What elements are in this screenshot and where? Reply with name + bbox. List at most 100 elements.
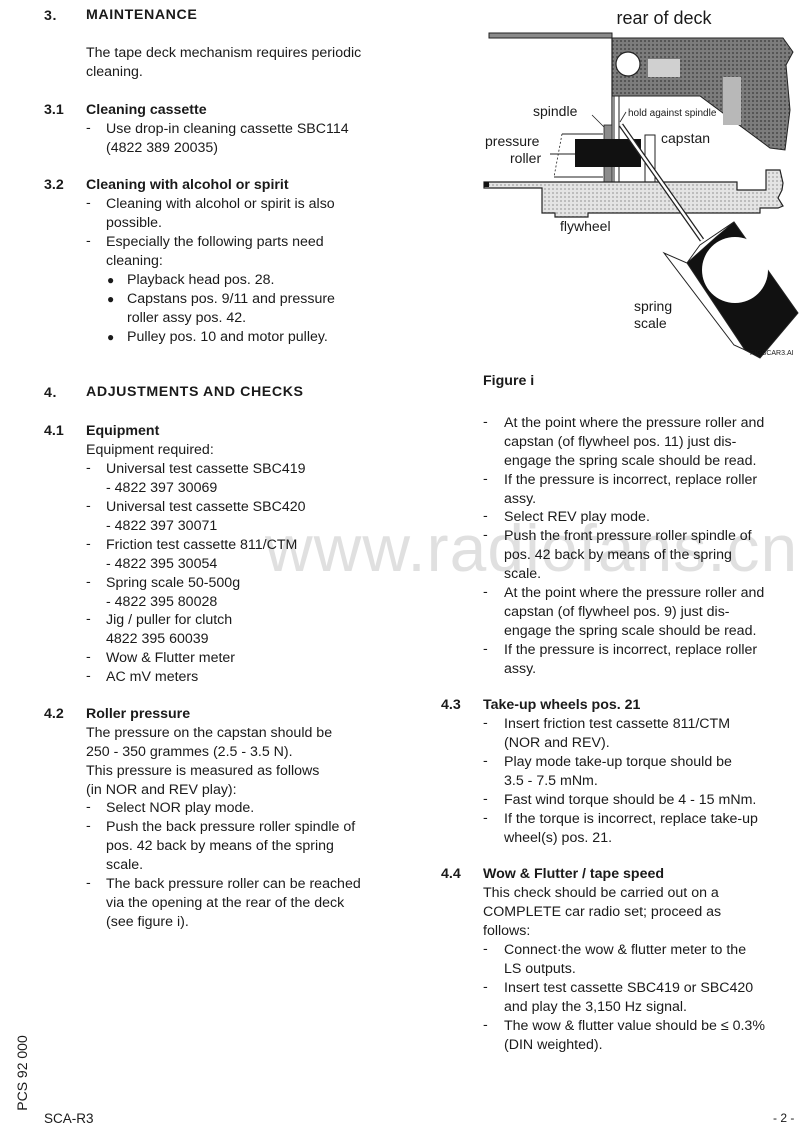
list-item-line: wheel(s) pos. 21. (504, 830, 613, 846)
list-item-line: capstan (of flywheel pos. 11) just dis- (504, 434, 737, 450)
list-item-line: Connect·the wow & flutter meter to the (504, 942, 747, 958)
paragraph-line: follows: (483, 923, 531, 939)
list-item-line: pos. 42 back by means of the spring (106, 838, 334, 854)
list-item-line: Universal test cassette SBC419 (106, 461, 306, 477)
footer-model-code: SCA-R3 (44, 1111, 94, 1126)
section-title-cleaning-cassette: Cleaning cassette (86, 102, 207, 118)
list-item-line: Universal test cassette SBC420 (106, 499, 306, 515)
dash-marker: - (483, 715, 488, 731)
section-number: 3.2 (44, 177, 64, 193)
dash-marker: - (483, 414, 488, 430)
list-item-line: - 4822 397 30071 (106, 518, 218, 534)
list-item-line: via the opening at the rear of the deck (106, 895, 345, 911)
paragraph-line: The pressure on the capstan should be (86, 725, 333, 741)
dash-marker: - (86, 233, 91, 249)
list-item-line: AC mV meters (106, 669, 199, 685)
bullet-marker: ● (107, 330, 115, 344)
dash-marker: - (86, 195, 91, 211)
list-item-line: possible. (106, 215, 162, 231)
list-item-line: The back pressure roller can be reached (106, 876, 361, 892)
dash-marker: - (483, 941, 488, 957)
figure-file-name: FIGSCAR3.AI (750, 350, 794, 357)
paragraph-line: This check should be carried out on a (483, 885, 719, 901)
list-item-line: If the pressure is incorrect, replace ro… (504, 642, 758, 658)
figure-caption: Figure i (483, 373, 535, 389)
dash-marker: - (483, 1017, 488, 1033)
section-number: 4.1 (44, 423, 64, 439)
dash-marker: - (86, 498, 91, 514)
section-title-wow-flutter: Wow & Flutter / tape speed (483, 866, 665, 882)
label-spring: spring (634, 298, 672, 314)
list-item-line: Cleaning with alcohol or spirit is also (106, 196, 335, 212)
flywheel-base (483, 169, 784, 218)
list-item-line: engage the spring scale should be read. (504, 623, 757, 639)
paragraph-line: 250 - 350 grammes (2.5 - 3.5 N). (86, 744, 293, 760)
dash-marker: - (483, 527, 488, 543)
label-hold-against-spindle: hold against spindle (628, 108, 717, 119)
list-item-line: If the pressure is incorrect, replace ro… (504, 472, 758, 488)
deck-housing-highlight (648, 59, 680, 77)
list-item-line: LS outputs. (504, 961, 576, 977)
list-item-line: engage the spring scale should be read. (504, 453, 757, 469)
list-item-line: Select REV play mode. (504, 509, 650, 525)
list-item-line: - 4822 395 30054 (106, 556, 218, 572)
dash-marker: - (483, 508, 488, 524)
dash-marker: - (483, 810, 488, 826)
list-item-line: Especially the following parts need (106, 234, 324, 250)
list-item-line: 3.5 - 7.5 mNm. (504, 773, 598, 789)
section-number: 4.2 (44, 706, 64, 722)
label-scale: scale (634, 315, 667, 331)
section-number: 4. (44, 385, 58, 401)
paragraph-line: The tape deck mechanism requires periodi… (86, 45, 362, 61)
list-item-line: Jig / puller for clutch (106, 612, 233, 628)
list-item-line: (DIN weighted). (504, 1037, 603, 1053)
label-flywheel: flywheel (560, 218, 611, 234)
deck-housing-highlight (723, 77, 741, 125)
list-item-line: Fast wind torque should be 4 - 15 mNm. (504, 792, 757, 808)
dash-marker: - (86, 799, 91, 815)
list-item-line: cleaning: (106, 253, 163, 269)
list-item-line: Insert friction test cassette 811/CTM (504, 716, 731, 732)
section-number: 4.4 (441, 866, 461, 882)
deck-top-plate (488, 32, 613, 39)
section-title-take-up-wheels: Take-up wheels pos. 21 (483, 697, 641, 713)
dash-marker: - (483, 471, 488, 487)
dash-marker: - (483, 753, 488, 769)
section-title-equipment: Equipment (86, 423, 160, 439)
list-item-line: and play the 3,150 Hz signal. (504, 999, 687, 1015)
bullet-marker: ● (107, 292, 115, 306)
label-roller: roller (510, 150, 541, 166)
deck-hole (615, 51, 641, 77)
list-item-line: pos. 42 back by means of the spring (504, 547, 732, 563)
paragraph-line: cleaning. (86, 64, 143, 80)
list-item-line: Select NOR play mode. (106, 800, 255, 816)
dash-marker: - (483, 791, 488, 807)
list-item-line: Spring scale 50-500g (106, 575, 241, 591)
page-number: - 2 - (773, 1111, 795, 1125)
section-number: 3.1 (44, 102, 64, 118)
dash-marker: - (86, 818, 91, 834)
list-item-line: Use drop-in cleaning cassette SBC114 (106, 121, 349, 137)
dash-marker: - (86, 668, 91, 684)
list-item-line: Insert test cassette SBC419 or SBC420 (504, 980, 754, 996)
paragraph-line: Equipment required: (86, 442, 214, 458)
list-item-line: Play mode take-up torque should be (504, 754, 732, 770)
bullet-item-line: Playback head pos. 28. (127, 272, 275, 288)
list-item-line: (see figure i). (106, 914, 189, 930)
section-title-cleaning-alcohol: Cleaning with alcohol or spirit (86, 177, 289, 193)
list-item-line: scale. (504, 566, 542, 582)
dash-marker: - (86, 460, 91, 476)
list-item-line: The wow & flutter value should be ≤ 0.3% (504, 1018, 765, 1034)
list-item-line: At the point where the pressure roller a… (504, 415, 765, 431)
paragraph-line: COMPLETE car radio set; proceed as (483, 904, 722, 920)
list-item-line: Push the front pressure roller spindle o… (504, 528, 752, 544)
list-item-line: - 4822 395 80028 (106, 594, 218, 610)
list-item-line: capstan (of flywheel pos. 9) just dis- (504, 604, 730, 620)
label-capstan: capstan (661, 130, 710, 146)
section-title-maintenance: MAINTENANCE (86, 7, 198, 23)
list-item-line: 4822 395 60039 (106, 631, 209, 647)
label-pressure: pressure (485, 133, 540, 149)
dash-marker: - (483, 979, 488, 995)
list-item-line: assy. (504, 661, 537, 677)
figure-i-diagram: rear of deck spindle hold against spindl… (483, 8, 799, 359)
